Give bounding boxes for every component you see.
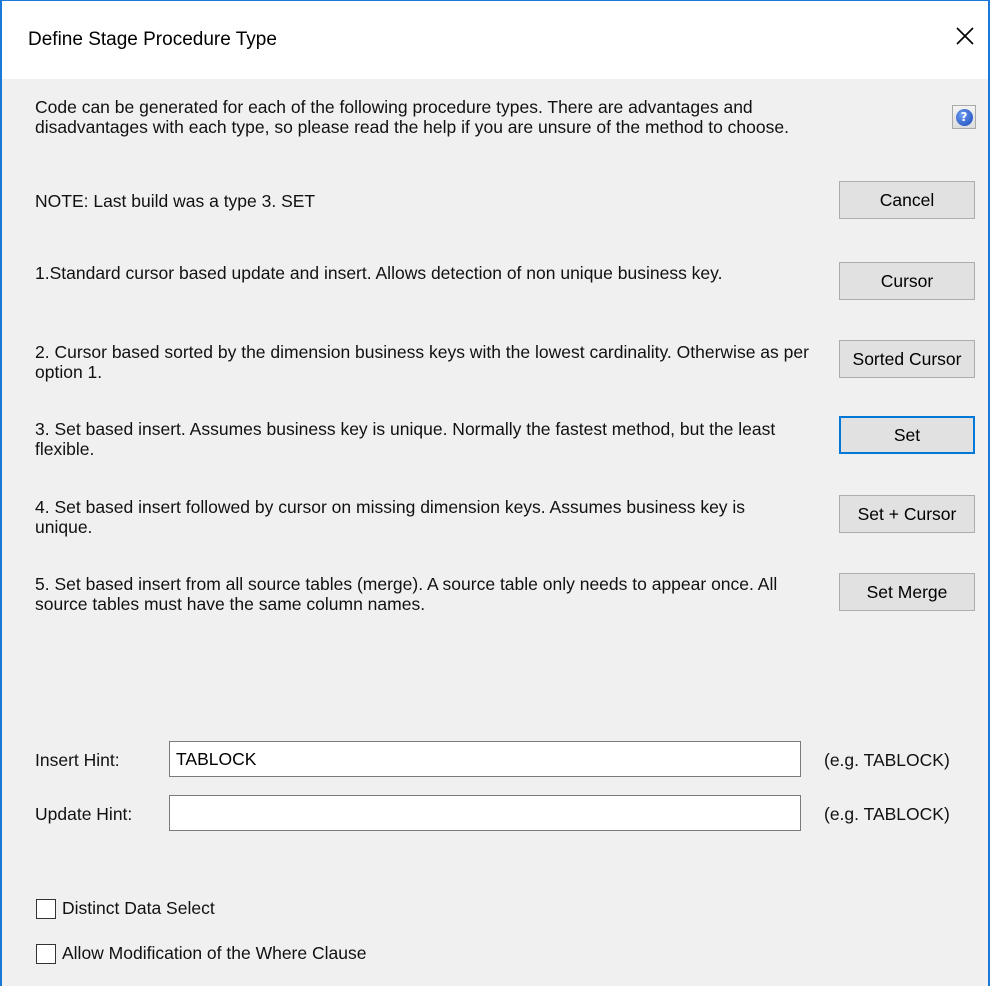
help-icon: ?	[955, 108, 973, 126]
title-bar: Define Stage Procedure Type	[2, 1, 988, 79]
define-stage-procedure-dialog: Define Stage Procedure Type Code can be …	[0, 0, 990, 986]
option-2-text: 2. Cursor based sorted by the dimension …	[35, 342, 809, 382]
distinct-data-select-checkbox[interactable]	[36, 898, 56, 919]
option-5-text: 5. Set based insert from all source tabl…	[35, 574, 778, 614]
insert-hint-label: Insert Hint:	[35, 750, 120, 770]
option-1-text: 1.Standard cursor based update and inser…	[35, 263, 723, 283]
option-3-text: 3. Set based insert. Assumes business ke…	[35, 419, 776, 459]
intro-text: Code can be generated for each of the fo…	[35, 97, 789, 137]
cancel-button[interactable]: Cancel	[839, 181, 975, 219]
set-merge-button[interactable]: Set Merge	[839, 573, 975, 611]
insert-hint-example: (e.g. TABLOCK)	[824, 750, 950, 770]
allow-where-modification-checkbox[interactable]	[36, 943, 56, 964]
set-cursor-button[interactable]: Set + Cursor	[839, 495, 975, 533]
update-hint-input[interactable]	[169, 795, 801, 831]
cursor-button[interactable]: Cursor	[839, 262, 975, 300]
distinct-data-select-label: Distinct Data Select	[62, 898, 215, 918]
note-text: NOTE: Last build was a type 3. SET	[35, 191, 316, 211]
sorted-cursor-button[interactable]: Sorted Cursor	[839, 340, 975, 378]
update-hint-example: (e.g. TABLOCK)	[824, 804, 950, 824]
help-button[interactable]: ?	[952, 105, 976, 129]
allow-where-modification-label: Allow Modification of the Where Clause	[62, 943, 367, 963]
set-button[interactable]: Set	[839, 416, 975, 454]
update-hint-label: Update Hint:	[35, 804, 133, 824]
option-4-text: 4. Set based insert followed by cursor o…	[35, 497, 746, 537]
close-icon	[956, 27, 974, 45]
insert-hint-input[interactable]	[169, 741, 801, 777]
close-button[interactable]	[942, 11, 988, 61]
distinct-data-select-checkbox-row[interactable]: Distinct Data Select	[36, 898, 215, 919]
window-title: Define Stage Procedure Type	[28, 29, 277, 50]
allow-where-modification-checkbox-row[interactable]: Allow Modification of the Where Clause	[36, 943, 366, 964]
